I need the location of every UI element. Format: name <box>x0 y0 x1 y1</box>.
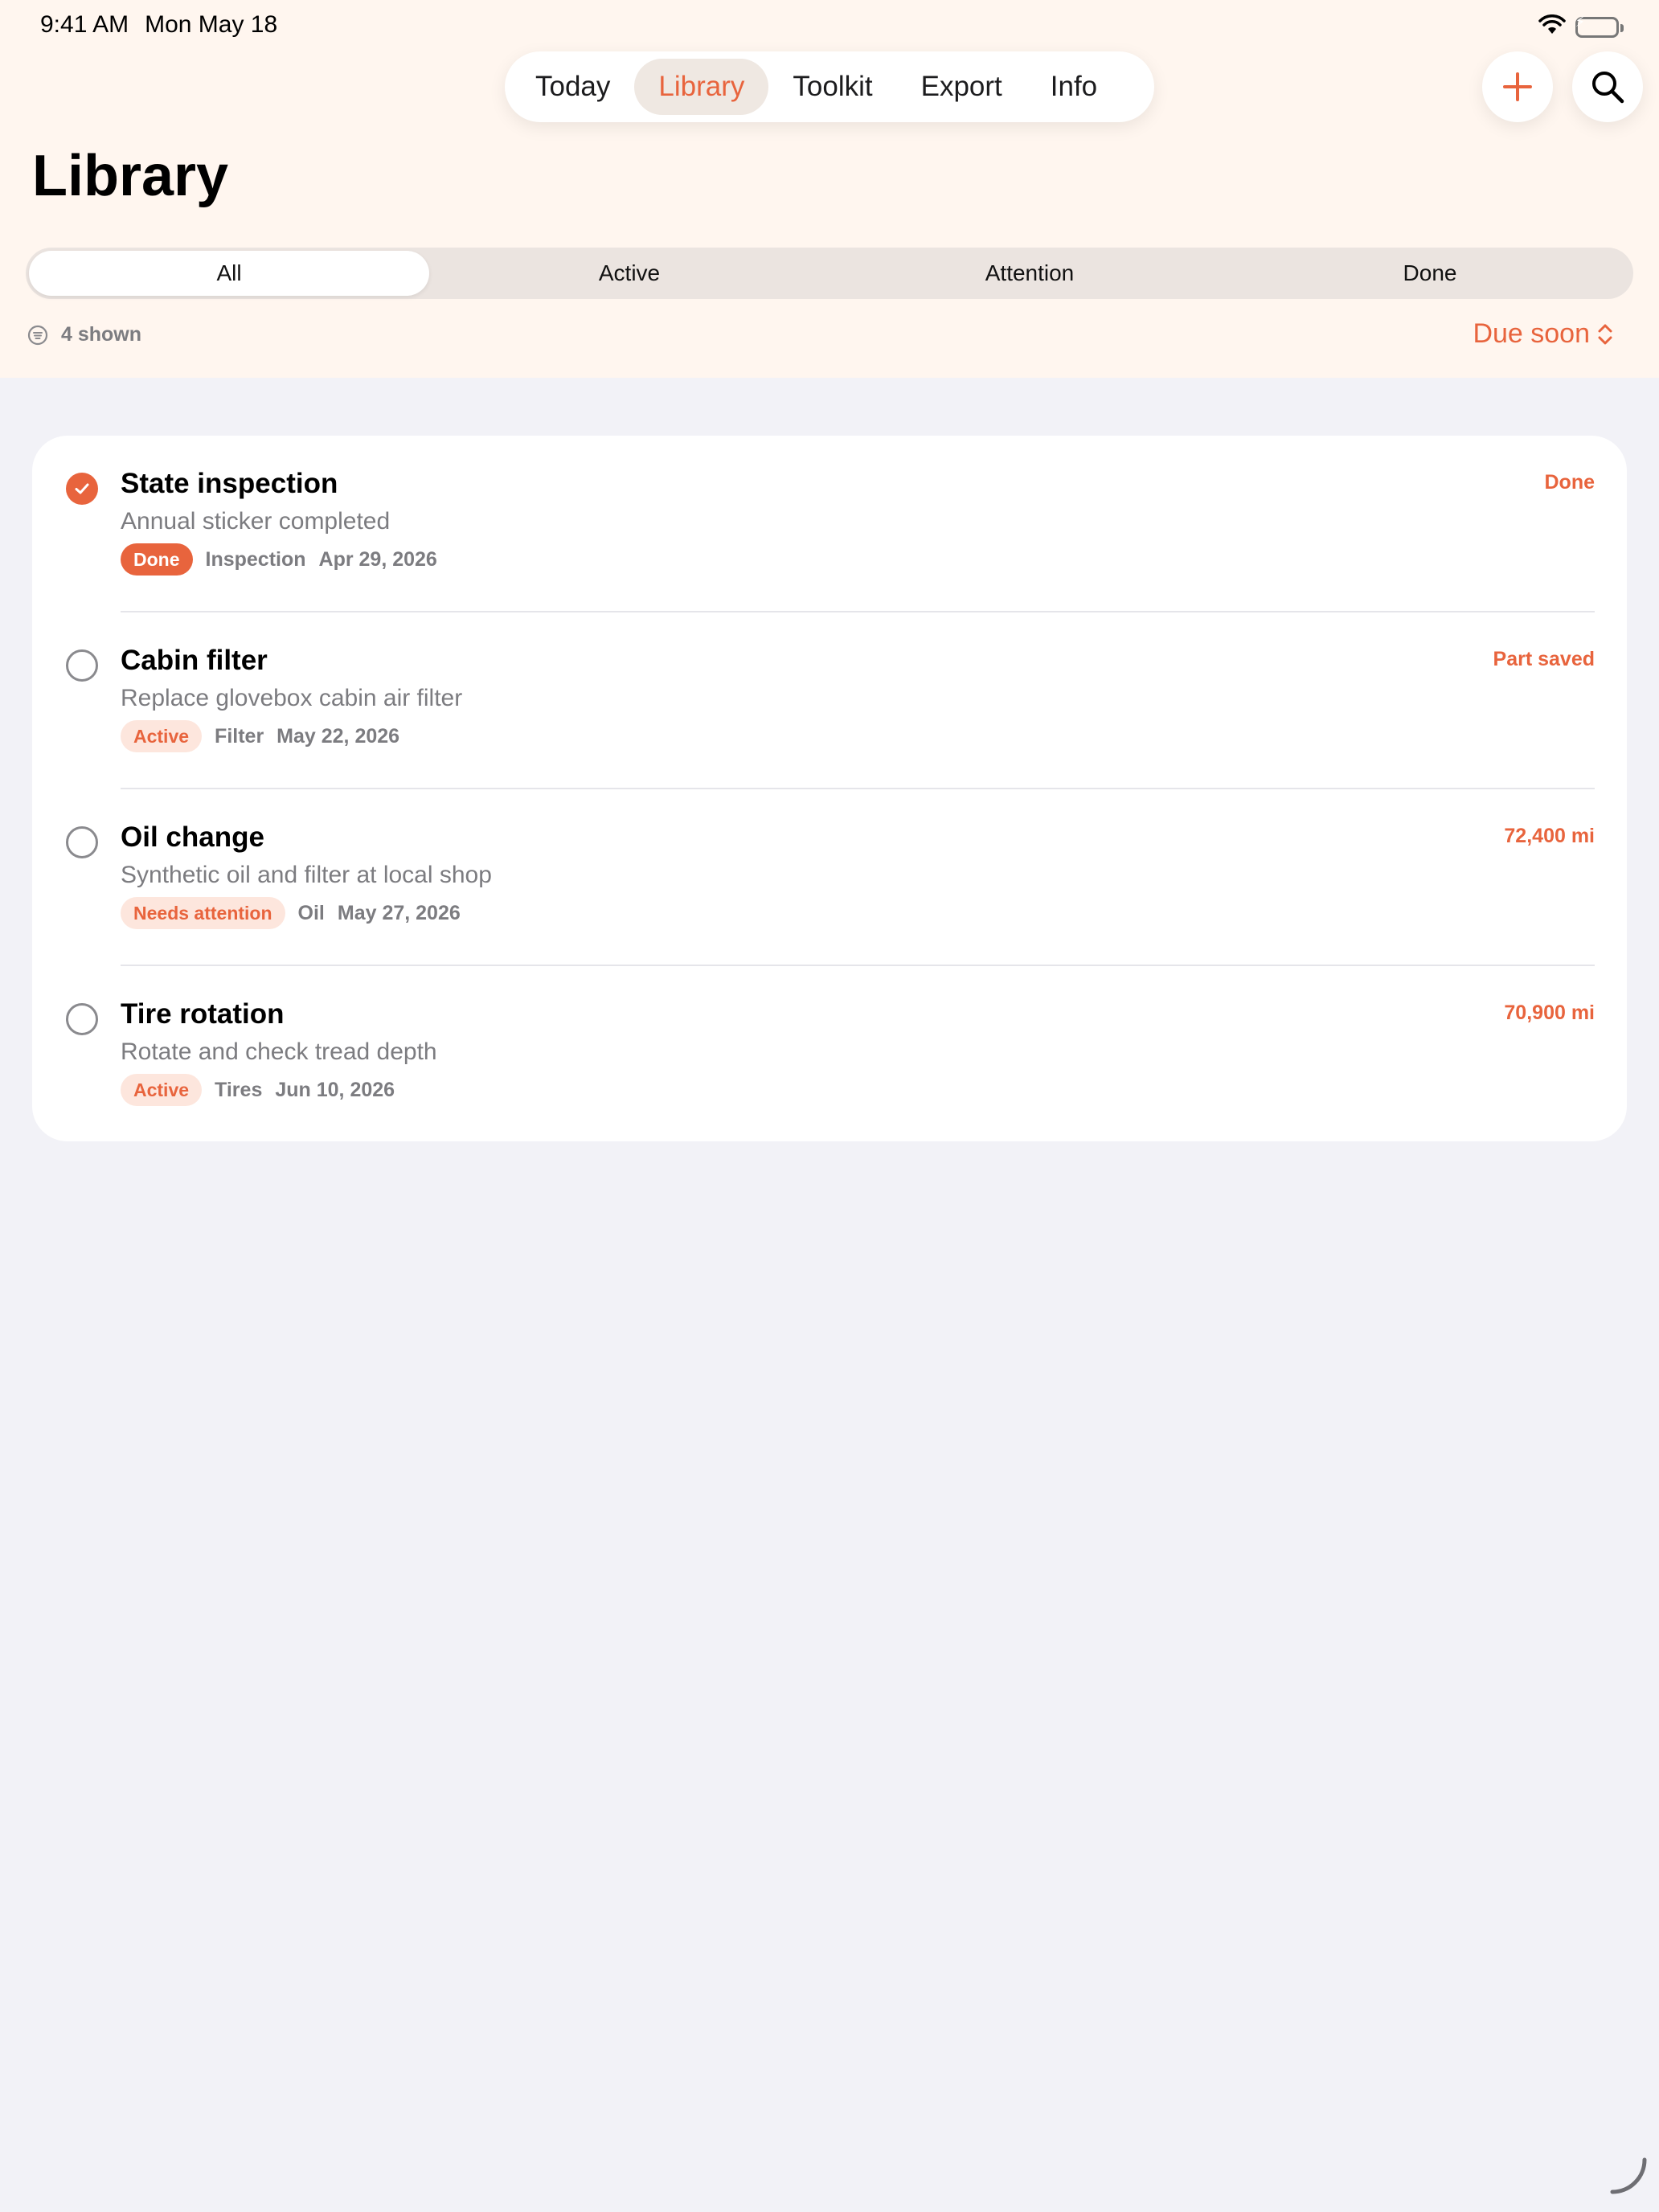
item-category: Tires <box>215 1078 263 1101</box>
item-meta: Active Filter May 22, 2026 <box>121 720 399 752</box>
list-item[interactable]: Oil change Synthetic oil and filter at l… <box>32 789 1627 966</box>
status-badge: Active <box>121 720 203 752</box>
chevron-up-down-icon <box>1598 324 1612 344</box>
list-item[interactable]: Cabin filter Replace glovebox cabin air … <box>32 612 1627 789</box>
segment-active[interactable]: Active <box>429 251 830 296</box>
window-resize-handle[interactable] <box>1604 2153 1653 2206</box>
item-right-label: Part saved <box>1493 648 1595 670</box>
status-time: 9:41 AM <box>40 11 129 38</box>
item-category: Oil <box>297 901 325 924</box>
item-subtitle: Replace glovebox cabin air filter <box>121 685 463 711</box>
page-title: Library <box>32 144 229 208</box>
status-bar-time: 9:41 AM Mon May 18 <box>40 11 277 39</box>
filter-segmented-control: All Active Attention Done <box>26 248 1633 299</box>
segment-done[interactable]: Done <box>1230 251 1630 296</box>
plus-icon <box>1503 72 1532 101</box>
item-subtitle: Synthetic oil and filter at local shop <box>121 862 492 888</box>
tab-export[interactable]: Export <box>897 59 1026 115</box>
list-item[interactable]: Tire rotation Rotate and check tread dep… <box>32 966 1627 1143</box>
list-item[interactable]: State inspection Annual sticker complete… <box>32 436 1627 612</box>
checkbox-unchecked[interactable] <box>66 1003 98 1035</box>
header: 9:41 AM Mon May 18 ⚡ Today Library Toolk… <box>0 0 1659 378</box>
checkmark-icon <box>75 483 89 494</box>
item-date: May 27, 2026 <box>337 901 461 924</box>
item-meta: Needs attention Oil May 27, 2026 <box>121 897 461 929</box>
tab-toolkit[interactable]: Toolkit <box>768 59 896 115</box>
item-date: Jun 10, 2026 <box>275 1078 395 1101</box>
item-date: Apr 29, 2026 <box>318 547 437 571</box>
item-title: State inspection <box>121 468 338 499</box>
resize-corner-icon <box>1610 2157 1647 2194</box>
search-button[interactable] <box>1572 51 1643 122</box>
segment-all[interactable]: All <box>29 251 429 296</box>
maintenance-list: State inspection Annual sticker complete… <box>32 436 1627 1141</box>
status-date: Mon May 18 <box>145 11 278 38</box>
item-date: May 22, 2026 <box>276 724 400 748</box>
sort-button[interactable]: Due soon <box>1473 318 1614 350</box>
item-meta: Active Tires Jun 10, 2026 <box>121 1074 395 1106</box>
item-right-label: 70,900 mi <box>1504 1002 1595 1024</box>
list-filter-icon <box>27 325 48 345</box>
item-right-label: 72,400 mi <box>1504 825 1595 847</box>
results-count: 4 shown <box>27 323 141 346</box>
item-right-label: Done <box>1544 471 1596 494</box>
item-subtitle: Rotate and check tread depth <box>121 1038 437 1065</box>
checkbox-unchecked[interactable] <box>66 649 98 682</box>
checkbox-unchecked[interactable] <box>66 826 98 858</box>
item-title: Oil change <box>121 821 264 853</box>
checkbox-checked[interactable] <box>66 473 98 505</box>
search-icon <box>1592 72 1624 104</box>
status-badge: Needs attention <box>121 897 285 929</box>
add-button[interactable] <box>1482 51 1553 122</box>
item-category: Filter <box>215 724 264 748</box>
tab-today[interactable]: Today <box>511 59 634 115</box>
item-title: Cabin filter <box>121 645 268 676</box>
status-bar-icons: ⚡ <box>1538 14 1624 39</box>
count-label: 4 shown <box>61 323 142 346</box>
status-badge: Done <box>121 543 193 576</box>
tab-library[interactable]: Library <box>634 59 769 115</box>
item-category: Inspection <box>205 547 306 571</box>
wifi-icon <box>1538 14 1566 39</box>
status-badge: Active <box>121 1074 203 1106</box>
item-subtitle: Annual sticker completed <box>121 508 391 535</box>
segment-attention[interactable]: Attention <box>830 251 1230 296</box>
sort-label: Due soon <box>1473 318 1590 349</box>
top-navigation: Today Library Toolkit Export Info <box>505 51 1154 122</box>
battery-charging-icon: ⚡ <box>1575 14 1624 38</box>
tab-info[interactable]: Info <box>1026 59 1121 115</box>
item-title: Tire rotation <box>121 998 285 1030</box>
item-meta: Done Inspection Apr 29, 2026 <box>121 543 437 576</box>
